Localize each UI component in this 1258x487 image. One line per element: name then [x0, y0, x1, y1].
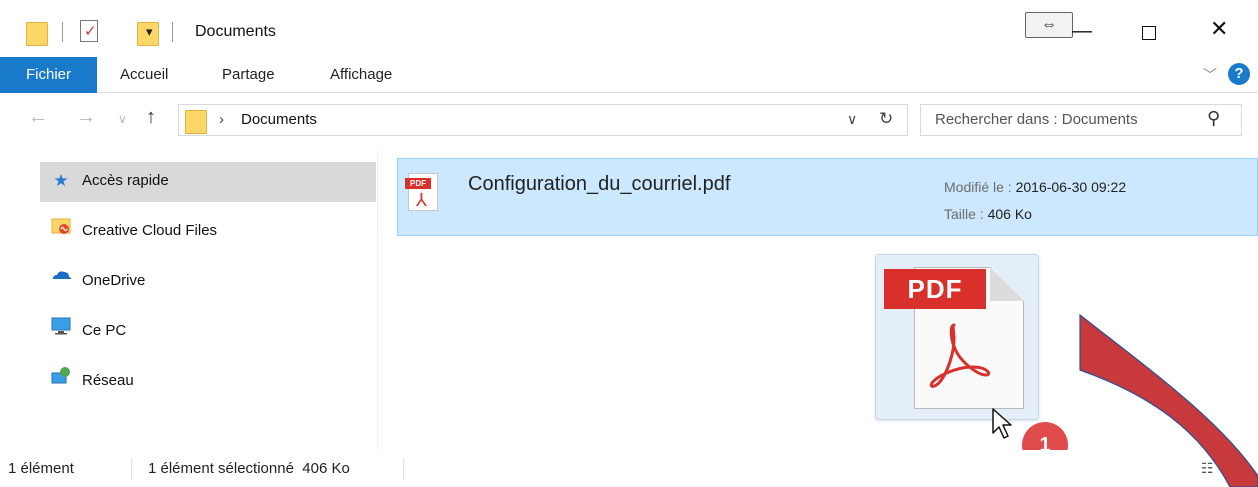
size-label: Taille :	[944, 206, 984, 222]
chevron-down-icon[interactable]: ﹀	[1203, 65, 1217, 85]
size-value: 406 Ko	[987, 206, 1032, 222]
tab-fichier[interactable]: Fichier	[0, 57, 97, 93]
close-button[interactable]: ✕	[1210, 16, 1228, 42]
back-icon[interactable]: ←	[28, 106, 48, 129]
divider	[403, 458, 404, 480]
sidebar-item-onedrive[interactable]: OneDrive	[40, 262, 376, 302]
sidebar-item-label: Creative Cloud Files	[82, 222, 218, 239]
search-input[interactable]: Rechercher dans : Documents ⚲	[920, 104, 1242, 136]
pdf-badge: PDF	[884, 269, 986, 309]
window-title: Documents	[195, 23, 276, 40]
pane-divider[interactable]	[377, 150, 378, 450]
folder-icon	[185, 108, 207, 134]
recent-locations-icon[interactable]: ∨	[118, 112, 127, 126]
chevron-down-icon[interactable]: ∨	[847, 111, 857, 128]
folder-icon[interactable]	[26, 20, 48, 46]
sidebar-item-label: Réseau	[82, 372, 134, 389]
divider	[172, 22, 173, 42]
onedrive-icon	[50, 262, 72, 300]
drag-preview: PDF	[875, 254, 1039, 420]
move-icon[interactable]: ⇔	[1025, 12, 1073, 38]
divider	[131, 458, 132, 480]
file-modified: Modifié le : 2016-06-30 09:22	[944, 179, 1126, 195]
tab-partage[interactable]: Partage	[222, 57, 275, 93]
up-icon[interactable]: ↑	[146, 106, 156, 129]
breadcrumb[interactable]: Documents	[241, 111, 317, 128]
navigation-bar: ← → ∨ ↑ › Documents ∨ ↻ Rechercher dans …	[0, 94, 1258, 148]
file-name: Configuration_du_courriel.pdf	[468, 173, 731, 195]
help-icon[interactable]: ?	[1228, 63, 1250, 85]
ribbon-tabs: Fichier Accueil Partage Affichage ﹀ ?	[0, 57, 1258, 93]
search-placeholder: Rechercher dans : Documents	[935, 111, 1138, 128]
sidebar-item-label: Ce PC	[82, 322, 127, 339]
modified-value: 2016-06-30 09:22	[1015, 179, 1127, 195]
divider	[62, 22, 63, 42]
sidebar-item-label: OneDrive	[82, 272, 146, 289]
tab-accueil[interactable]: Accueil	[120, 57, 168, 93]
properties-icon[interactable]: ✓	[80, 20, 98, 42]
callout-arrow-icon	[1079, 313, 1258, 487]
maximize-button[interactable]	[1142, 26, 1156, 40]
sidebar-item-label: Accès rapide	[82, 172, 169, 189]
address-bar[interactable]: › Documents ∨ ↻	[178, 104, 908, 136]
file-size: Taille : 406 Ko	[944, 206, 1032, 222]
title-bar: ✓ ▾ Documents ⇔ — ✕	[0, 0, 1258, 56]
file-item[interactable]: PDF ⅄ Configuration_du_courriel.pdf Modi…	[397, 158, 1258, 236]
selection-info: 1 élément sélectionné 406 Ko	[148, 460, 350, 477]
forward-icon[interactable]: →	[76, 106, 96, 129]
computer-icon	[50, 312, 72, 350]
sidebar-item-reseau[interactable]: Réseau	[40, 362, 376, 402]
star-icon: ★	[53, 171, 69, 190]
cursor-icon	[992, 408, 1012, 439]
breadcrumb-separator[interactable]: ›	[219, 111, 224, 128]
sidebar-item-acces-rapide[interactable]: ★ Accès rapide	[40, 162, 376, 202]
acrobat-icon	[929, 323, 991, 388]
search-icon[interactable]: ⚲	[1207, 108, 1220, 129]
item-count: 1 élément	[8, 460, 74, 477]
minimize-button[interactable]: —	[1072, 20, 1092, 43]
sidebar-item-creative-cloud[interactable]: Creative Cloud Files	[40, 212, 376, 252]
tab-affichage[interactable]: Affichage	[330, 57, 392, 93]
modified-label: Modifié le :	[944, 179, 1012, 195]
refresh-icon[interactable]: ↻	[879, 109, 893, 129]
navigation-pane: ★ Accès rapide Creative Cloud Files OneD…	[0, 150, 378, 450]
sidebar-item-ce-pc[interactable]: Ce PC	[40, 312, 376, 352]
pdf-file-icon: PDF ⅄	[405, 173, 438, 211]
network-icon	[50, 362, 72, 400]
customize-toolbar-icon[interactable]: ▾	[146, 24, 153, 40]
creative-cloud-folder-icon	[50, 212, 72, 250]
